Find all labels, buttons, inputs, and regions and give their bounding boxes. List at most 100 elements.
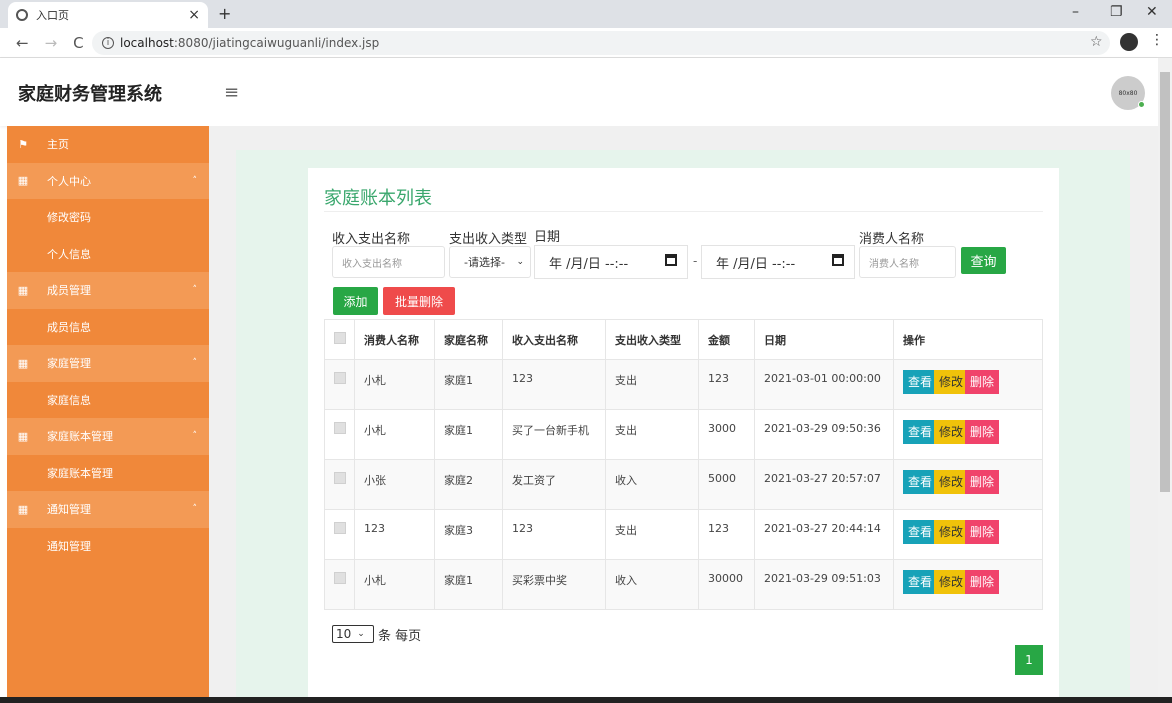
reload-icon[interactable]: C xyxy=(73,34,83,52)
col-date: 日期 xyxy=(754,319,894,360)
menu-kebab-icon[interactable]: ⋮ xyxy=(1150,32,1164,48)
edit-button[interactable]: 修改 xyxy=(934,570,969,594)
page-1-button[interactable]: 1 xyxy=(1015,645,1043,675)
date-end-value: 年 /月/日 --:-- xyxy=(716,256,796,272)
row-checkbox-cell xyxy=(324,359,355,410)
cell-type: 收入 xyxy=(605,559,699,610)
view-button[interactable]: 查看 xyxy=(903,520,938,544)
row-checkbox[interactable] xyxy=(334,472,346,484)
url-field[interactable]: i localhost :8080/jiatingcaiwuguanli/ind… xyxy=(92,31,1110,55)
scrollbar-thumb[interactable] xyxy=(1160,72,1170,492)
cell-family: 家庭3 xyxy=(434,509,503,560)
date-start-input[interactable]: 年 /月/日 --:-- xyxy=(534,245,688,279)
sidebar-item-label: 通知管理 xyxy=(47,503,91,517)
forward-arrow-icon[interactable]: → xyxy=(45,34,58,52)
sidebar-item-label: 家庭账本管理 xyxy=(47,466,113,480)
page-size-control: 10 ⌄ 条 每页 xyxy=(332,624,421,644)
delete-button[interactable]: 删除 xyxy=(965,420,1000,444)
sidebar-item-parent[interactable]: ▦ 通知管理 ˄ xyxy=(7,491,209,528)
view-button[interactable]: 查看 xyxy=(903,370,938,394)
sidebar-item-child[interactable]: 家庭信息 xyxy=(7,382,209,419)
row-checkbox[interactable] xyxy=(334,372,346,384)
name-input[interactable]: 收入支出名称 xyxy=(332,246,445,278)
table-row: 123 家庭3 123 支出 123 2021-03-27 20:44:14 查看 修改 删除 xyxy=(324,509,1043,560)
edit-button[interactable]: 修改 xyxy=(934,370,969,394)
table-row: 小札 家庭1 123 支出 123 2021-03-01 00:00:00 查看 修改 删除 xyxy=(324,359,1043,410)
sidebar-item-child[interactable]: 成员信息 xyxy=(7,309,209,346)
row-checkbox[interactable] xyxy=(334,572,346,584)
cell-date: 2021-03-27 20:57:07 xyxy=(754,459,894,510)
cell-date: 2021-03-29 09:51:03 xyxy=(754,559,894,610)
browser-tab[interactable]: 入口页 × xyxy=(8,2,208,28)
chevron-up-icon: ˄ xyxy=(192,285,198,296)
sidebar-item-parent[interactable]: ▦ 家庭账本管理 ˄ xyxy=(7,418,209,455)
page-size-select[interactable]: 10 ⌄ xyxy=(332,625,374,643)
view-button[interactable]: 查看 xyxy=(903,470,938,494)
cell-family: 家庭1 xyxy=(434,359,503,410)
hamburger-icon[interactable]: ≡ xyxy=(224,82,239,103)
type-select[interactable]: -请选择- ⌄ xyxy=(449,246,531,278)
add-button[interactable]: 添加 xyxy=(333,287,378,315)
app-brand: 家庭财务管理系统 xyxy=(18,84,162,105)
sidebar-item-label: 主页 xyxy=(47,138,69,152)
query-button[interactable]: 查询 xyxy=(961,247,1006,274)
cell-family: 家庭1 xyxy=(434,559,503,610)
view-button[interactable]: 查看 xyxy=(903,420,938,444)
tab-close-icon[interactable]: × xyxy=(188,7,200,23)
sidebar-item-parent[interactable]: ▦ 家庭管理 ˄ xyxy=(7,345,209,382)
cell-type: 支出 xyxy=(605,509,699,560)
row-checkbox-cell xyxy=(324,459,355,510)
edit-button[interactable]: 修改 xyxy=(934,520,969,544)
sidebar-item-parent[interactable]: ▦ 个人中心 ˄ xyxy=(7,162,209,199)
delete-button[interactable]: 删除 xyxy=(965,470,1000,494)
consumer-input[interactable]: 消费人名称 xyxy=(859,246,956,278)
chevron-up-icon: ˄ xyxy=(192,358,198,369)
type-select-value: -请选择- xyxy=(464,256,505,269)
minimize-button[interactable]: – xyxy=(1072,4,1079,20)
cell-name: 123 xyxy=(502,509,606,560)
info-icon[interactable]: i xyxy=(102,37,114,49)
maximize-button[interactable]: ❐ xyxy=(1110,4,1123,20)
ledger-card: 家庭账本列表 收入支出名称 收入支出名称 支出收入类型 -请选择- ⌄ 日期 年… xyxy=(308,168,1059,703)
address-bar-row: ← → C i localhost :8080/jiatingcaiwuguan… xyxy=(0,28,1172,58)
edit-button[interactable]: 修改 xyxy=(934,470,969,494)
calendar-icon[interactable] xyxy=(665,254,677,266)
row-checkbox[interactable] xyxy=(334,422,346,434)
table-row: 小札 家庭1 买彩票中奖 收入 30000 2021-03-29 09:51:03 查看 修改… xyxy=(324,559,1043,610)
calendar-icon[interactable] xyxy=(832,254,844,266)
batch-delete-button[interactable]: 批量删除 xyxy=(383,287,455,315)
sidebar-item-child[interactable]: 家庭账本管理 xyxy=(7,455,209,492)
grid-icon: ▦ xyxy=(17,356,29,370)
sidebar-item-child[interactable]: 修改密码 xyxy=(7,199,209,236)
new-tab-button[interactable]: + xyxy=(218,4,231,23)
bookmark-star-icon[interactable]: ☆ xyxy=(1090,34,1103,50)
col-amount: 金额 xyxy=(698,319,755,360)
delete-button[interactable]: 删除 xyxy=(965,570,1000,594)
chevron-down-icon: ⌄ xyxy=(516,257,524,267)
account-icon[interactable] xyxy=(1120,33,1138,51)
cell-consumer: 小张 xyxy=(354,459,435,510)
filter-label-name: 收入支出名称 xyxy=(332,232,411,247)
delete-button[interactable]: 删除 xyxy=(965,520,1000,544)
sidebar-item-child[interactable]: 个人信息 xyxy=(7,236,209,273)
sidebar-item-parent[interactable]: ▦ 成员管理 ˄ xyxy=(7,272,209,309)
grid-icon: ▦ xyxy=(17,429,29,443)
cell-family: 家庭2 xyxy=(434,459,503,510)
sidebar-item-label: 家庭管理 xyxy=(47,357,91,371)
date-end-input[interactable]: 年 /月/日 --:-- xyxy=(701,245,855,279)
sidebar-item-child[interactable]: 通知管理 xyxy=(7,528,209,565)
avatar[interactable]: 80x80 xyxy=(1111,76,1145,110)
sidebar-item-label: 成员管理 xyxy=(47,284,91,298)
chevron-up-icon: ˄ xyxy=(192,175,198,186)
select-all-checkbox[interactable] xyxy=(334,332,346,344)
view-button[interactable]: 查看 xyxy=(903,570,938,594)
close-window-button[interactable]: ✕ xyxy=(1146,4,1158,20)
row-checkbox[interactable] xyxy=(334,522,346,534)
chevron-up-icon: ˄ xyxy=(192,504,198,515)
sidebar-item-home[interactable]: ⚑ 主页 xyxy=(7,126,209,163)
delete-button[interactable]: 删除 xyxy=(965,370,1000,394)
edit-button[interactable]: 修改 xyxy=(934,420,969,444)
cell-name: 买彩票中奖 xyxy=(502,559,606,610)
back-arrow-icon[interactable]: ← xyxy=(16,34,29,52)
filter-label-type: 支出收入类型 xyxy=(449,232,528,247)
